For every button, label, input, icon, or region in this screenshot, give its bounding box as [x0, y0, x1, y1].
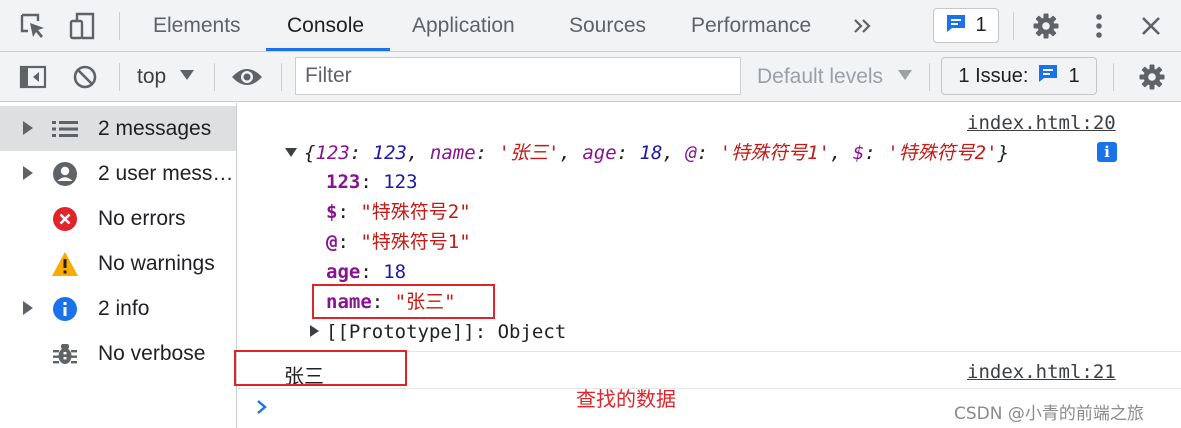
highlight-box [312, 284, 495, 319]
tab-performance[interactable]: Performance [691, 0, 811, 52]
device-toolbar-icon[interactable] [67, 11, 97, 41]
summary-value: 18 [639, 142, 663, 164]
active-tab-indicator [266, 48, 390, 51]
bug-icon [51, 340, 79, 368]
issues-label: 1 Issue: [958, 64, 1029, 87]
object-summary[interactable]: {123: 123, name: '张三', age: 18, @: '特殊符号… [304, 140, 1009, 166]
summary-key: name [429, 142, 476, 164]
object-property: age: 18 [326, 261, 407, 283]
list-icon [51, 115, 79, 143]
issues-count: 1 [1068, 64, 1080, 87]
double-chevron-right-icon[interactable] [850, 14, 876, 38]
summary-key: 123 [315, 142, 350, 164]
watermark: CSDN @小青的前端之旅 [954, 404, 1144, 424]
gear-icon[interactable] [1030, 10, 1062, 42]
expand-arrow-icon[interactable] [23, 166, 33, 180]
sidebar-item-label: 2 user messages [98, 162, 234, 185]
console-output: index.html:20 {123: 123, name: '张三', age… [234, 103, 1181, 428]
divider [1013, 12, 1014, 40]
sidebar-item-warnings[interactable]: No warnings [0, 241, 236, 286]
tab-console[interactable]: Console [287, 0, 364, 52]
property-key: 123 [326, 171, 361, 193]
more-options-icon[interactable] [1088, 11, 1110, 41]
console-sidebar: 2 messages 2 user messages No errors [0, 103, 237, 428]
user-icon [51, 160, 79, 188]
sidebar-item-user-messages[interactable]: 2 user messages [0, 151, 236, 196]
property-value: 18 [383, 261, 407, 283]
summary-value: '张三' [498, 142, 560, 164]
info-badge-icon[interactable]: i [1097, 142, 1117, 162]
warning-icon [51, 250, 79, 278]
property-value: "特殊符号1" [360, 231, 471, 253]
summary-key: @ [685, 142, 697, 164]
summary-key: $ [852, 142, 865, 164]
summary-value: '特殊符号2' [887, 142, 998, 164]
tab-sources[interactable]: Sources [569, 0, 646, 52]
console-toolbar: top Filter Default levels 1 Issue: 1 [0, 52, 1181, 102]
brace-open: { [304, 142, 316, 164]
divider [119, 12, 120, 40]
eye-icon[interactable] [229, 64, 265, 90]
tab-elements[interactable]: Elements [153, 0, 241, 52]
property-key: [[Prototype]] [326, 321, 475, 343]
context-selector[interactable]: top [137, 52, 166, 102]
sidebar-item-label: No warnings [98, 252, 215, 275]
sidebar-item-label: 2 info [98, 297, 150, 320]
message-icon [1037, 63, 1059, 89]
annotation-text: 查找的数据 [576, 387, 676, 411]
sidebar-toggle-icon[interactable] [18, 63, 48, 91]
sidebar-item-errors[interactable]: No errors [0, 196, 236, 241]
divider [119, 63, 120, 91]
message-count-badge[interactable]: 1 [933, 8, 999, 43]
expand-arrow-icon[interactable] [23, 301, 33, 315]
property-key: age [326, 261, 361, 283]
info-icon [51, 295, 79, 323]
console-prompt-icon[interactable] [255, 398, 269, 420]
gear-icon[interactable] [1136, 61, 1168, 93]
sidebar-item-info[interactable]: 2 info [0, 286, 236, 331]
object-property: 123: 123 [326, 171, 418, 193]
highlight-box [234, 350, 407, 386]
divider [929, 63, 930, 91]
filter-input[interactable]: Filter [295, 57, 741, 95]
log-levels-dropdown[interactable]: Default levels [757, 52, 883, 102]
divider [1113, 63, 1114, 91]
brace-close: } [997, 142, 1010, 164]
source-link[interactable]: index.html:20 [967, 112, 1116, 134]
summary-key: age [582, 142, 617, 164]
tab-application[interactable]: Application [412, 0, 515, 52]
divider [281, 63, 282, 91]
sidebar-item-messages[interactable]: 2 messages [0, 106, 236, 151]
issues-button[interactable]: 1 Issue: 1 [941, 57, 1097, 95]
property-value: Object [497, 321, 567, 343]
inspect-element-icon[interactable] [18, 11, 48, 41]
sidebar-item-label: No errors [98, 207, 186, 230]
object-property: @: "特殊符号1" [326, 231, 471, 253]
property-value: "特殊符号2" [360, 201, 471, 223]
close-icon[interactable] [1138, 13, 1164, 39]
property-key: $ [326, 201, 338, 223]
chevron-down-icon[interactable] [180, 68, 194, 87]
error-icon [51, 205, 79, 233]
summary-value: '特殊符号1' [719, 142, 830, 164]
devtools-tab-bar: Elements Console Application Sources Per… [0, 0, 1181, 52]
summary-value: 123 [372, 142, 407, 164]
message-count: 1 [975, 14, 987, 36]
divider [238, 388, 1181, 389]
prototype-property[interactable]: [[Prototype]]: Object [326, 319, 566, 345]
expand-arrow-icon[interactable] [285, 148, 297, 157]
divider [214, 63, 215, 91]
sidebar-item-label: 2 messages [98, 117, 212, 140]
sidebar-item-label: No verbose [98, 342, 206, 365]
clear-console-icon[interactable] [70, 63, 100, 91]
sidebar-item-verbose[interactable]: No verbose [0, 331, 236, 376]
message-icon [945, 13, 967, 39]
expand-arrow-icon[interactable] [310, 325, 319, 337]
chevron-down-icon[interactable] [898, 68, 912, 87]
object-property: $: "特殊符号2" [326, 201, 471, 223]
property-key: @ [326, 231, 338, 253]
property-value: 123 [383, 171, 418, 193]
expand-arrow-icon[interactable] [23, 121, 33, 135]
source-link[interactable]: index.html:21 [967, 361, 1116, 383]
